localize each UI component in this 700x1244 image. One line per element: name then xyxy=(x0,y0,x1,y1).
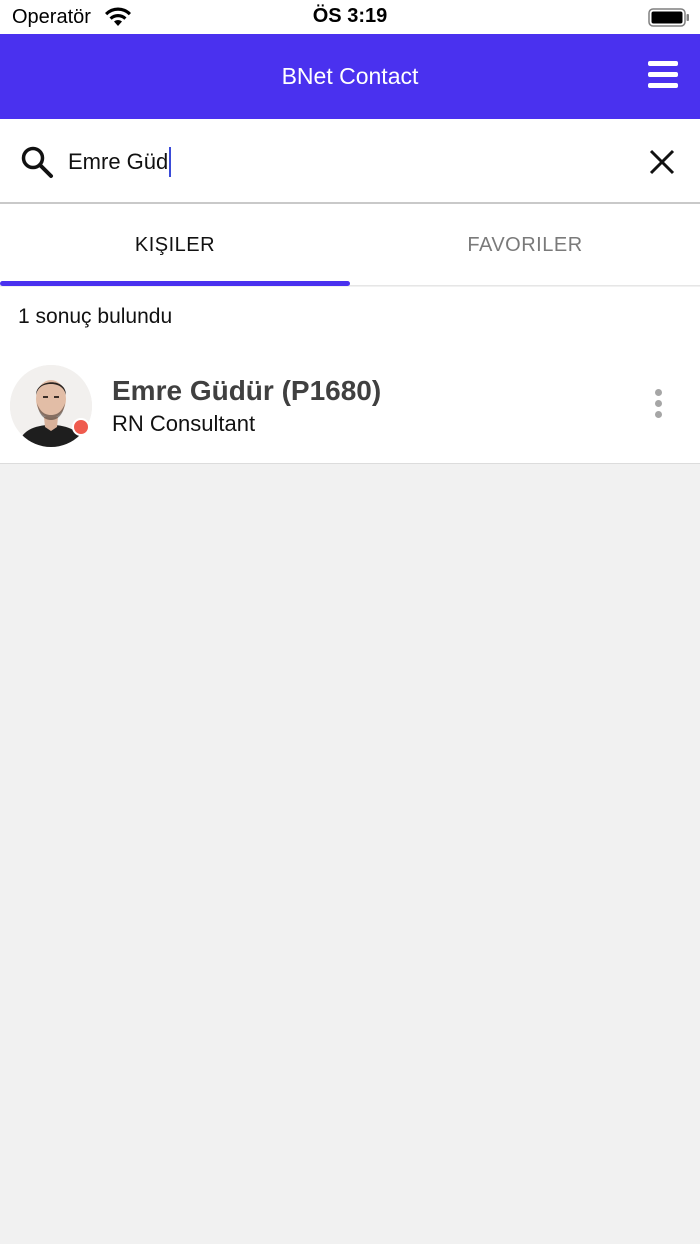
search-input[interactable]: Emre Güd xyxy=(68,145,628,179)
contact-title: RN Consultant xyxy=(112,411,256,436)
dot xyxy=(654,389,662,396)
tab-kisiler[interactable]: KIŞILER xyxy=(0,204,350,286)
search-icon xyxy=(21,146,53,178)
results-panel: 1 sonuç bulundu Emre Güdür (P1680) RN Co… xyxy=(0,287,700,464)
close-icon[interactable] xyxy=(648,148,676,176)
app-title: BNet Contact xyxy=(281,63,419,89)
dot xyxy=(654,400,662,407)
dot xyxy=(654,411,662,418)
battery-icon xyxy=(648,8,689,27)
more-vertical-icon[interactable] xyxy=(652,389,664,423)
menu-icon-bar xyxy=(648,72,678,77)
contact-list-item[interactable]: Emre Güdür (P1680) RN Consultant xyxy=(0,353,700,463)
tab-active-indicator xyxy=(0,281,350,286)
tab-favoriler[interactable]: FAVORILER xyxy=(350,204,700,286)
search-input-value: Emre Güd xyxy=(68,149,169,174)
status-bar: Operatör ÖS 3:19 xyxy=(0,0,700,34)
text-caret xyxy=(169,147,172,177)
app-bar: BNet Contact xyxy=(0,34,700,119)
presence-status-dot xyxy=(72,418,90,436)
contact-name: Emre Güdür (P1680) xyxy=(112,375,382,406)
tab-label: KIŞILER xyxy=(134,234,216,256)
menu-icon-bar xyxy=(648,83,678,88)
app-screen: Operatör ÖS 3:19 BNet Contact Emre Güd K… xyxy=(0,0,700,1244)
search-bar: Emre Güd xyxy=(0,119,700,204)
menu-icon xyxy=(648,61,678,66)
menu-button[interactable] xyxy=(648,61,684,91)
result-count: 1 sonuç bulundu xyxy=(18,305,173,328)
tab-label: FAVORILER xyxy=(467,234,583,256)
clock: ÖS 3:19 xyxy=(312,5,388,27)
tab-bar: KIŞILER FAVORILER xyxy=(0,204,700,286)
